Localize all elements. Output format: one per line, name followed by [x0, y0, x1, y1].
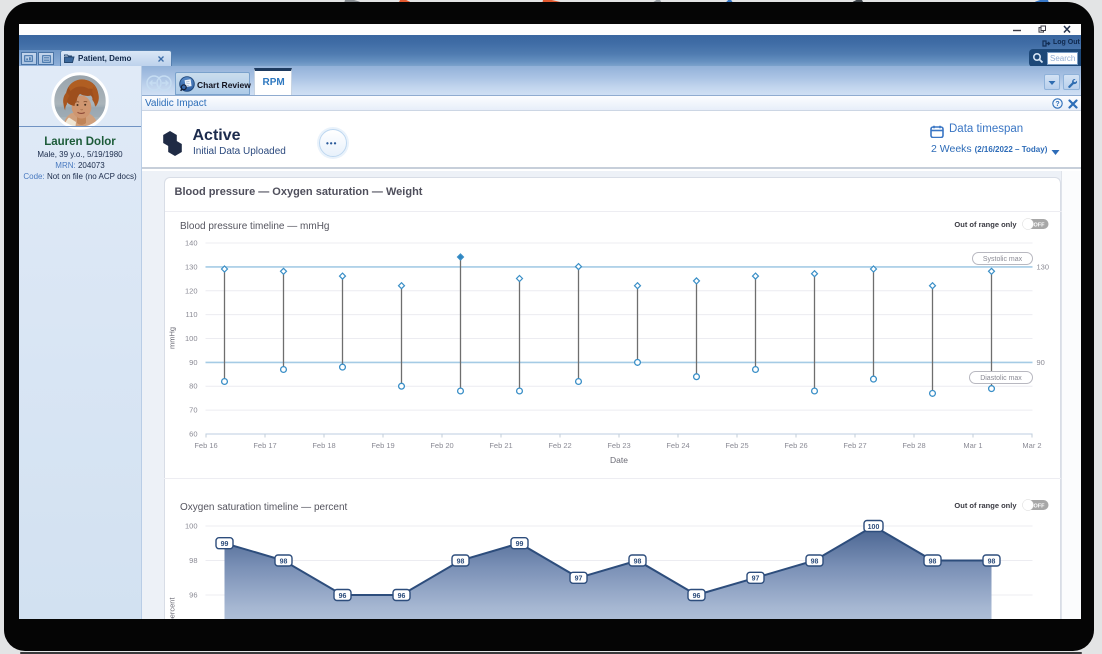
svg-text:Feb 21: Feb 21: [489, 441, 512, 450]
svg-text:Feb 24: Feb 24: [666, 441, 689, 450]
svg-text:Blood pressure timeline — mmHg: Blood pressure timeline — mmHg: [180, 221, 330, 232]
svg-text:Feb 20: Feb 20: [430, 441, 453, 450]
svg-text:100: 100: [184, 522, 197, 531]
svg-text:98: 98: [633, 558, 641, 565]
svg-text:Diastolic max: Diastolic max: [980, 375, 1022, 382]
svg-text:97: 97: [574, 576, 582, 583]
svg-text:Out of range only: Out of range only: [954, 501, 1017, 510]
svg-text:Feb 19: Feb 19: [371, 441, 394, 450]
svg-text:80: 80: [189, 382, 197, 391]
svg-text:96: 96: [397, 593, 405, 600]
svg-text:98: 98: [928, 558, 936, 565]
svg-text:Feb 27: Feb 27: [843, 441, 866, 450]
svg-text:Feb 23: Feb 23: [607, 441, 630, 450]
svg-text:60: 60: [189, 430, 197, 439]
svg-text:96: 96: [189, 591, 197, 600]
svg-text:97: 97: [751, 576, 759, 583]
svg-text:98: 98: [279, 558, 287, 565]
svg-text:Feb 25: Feb 25: [725, 441, 748, 450]
svg-text:98: 98: [810, 558, 818, 565]
svg-text:Feb 17: Feb 17: [253, 441, 276, 450]
svg-text:Mar 1: Mar 1: [963, 441, 982, 450]
svg-text:OFF: OFF: [1033, 223, 1045, 229]
svg-text:Out of range only: Out of range only: [954, 220, 1017, 229]
svg-text:70: 70: [189, 406, 197, 415]
svg-text:Systolic max: Systolic max: [982, 256, 1022, 263]
svg-text:90: 90: [189, 358, 197, 367]
svg-text:Feb 22: Feb 22: [548, 441, 571, 450]
svg-text:98: 98: [189, 556, 197, 565]
svg-text:98: 98: [456, 558, 464, 565]
svg-text:OFF: OFF: [1033, 504, 1045, 510]
svg-text:?: ?: [1055, 101, 1059, 108]
svg-text:mmHg: mmHg: [167, 327, 176, 349]
svg-text:Mar 2: Mar 2: [1022, 441, 1041, 450]
svg-text:Feb 16: Feb 16: [194, 441, 217, 450]
svg-text:percent: percent: [167, 597, 176, 619]
svg-text:100: 100: [867, 524, 879, 531]
svg-text:120: 120: [184, 286, 197, 295]
svg-text:130: 130: [184, 262, 197, 271]
svg-text:99: 99: [220, 541, 228, 548]
svg-text:Date: Date: [610, 455, 628, 465]
svg-text:Feb 28: Feb 28: [902, 441, 925, 450]
svg-text:90: 90: [1036, 358, 1044, 367]
svg-text:99: 99: [515, 541, 523, 548]
svg-text:96: 96: [338, 593, 346, 600]
svg-text:100: 100: [184, 334, 197, 343]
svg-text:Feb 26: Feb 26: [784, 441, 807, 450]
svg-text:98: 98: [987, 558, 995, 565]
svg-text:Feb 18: Feb 18: [312, 441, 335, 450]
svg-text:Oxygen saturation timeline — p: Oxygen saturation timeline — percent: [180, 502, 348, 513]
svg-text:110: 110: [185, 310, 197, 319]
svg-text:96: 96: [692, 593, 700, 600]
svg-text:140: 140: [184, 239, 197, 248]
svg-text:130: 130: [1036, 262, 1049, 271]
